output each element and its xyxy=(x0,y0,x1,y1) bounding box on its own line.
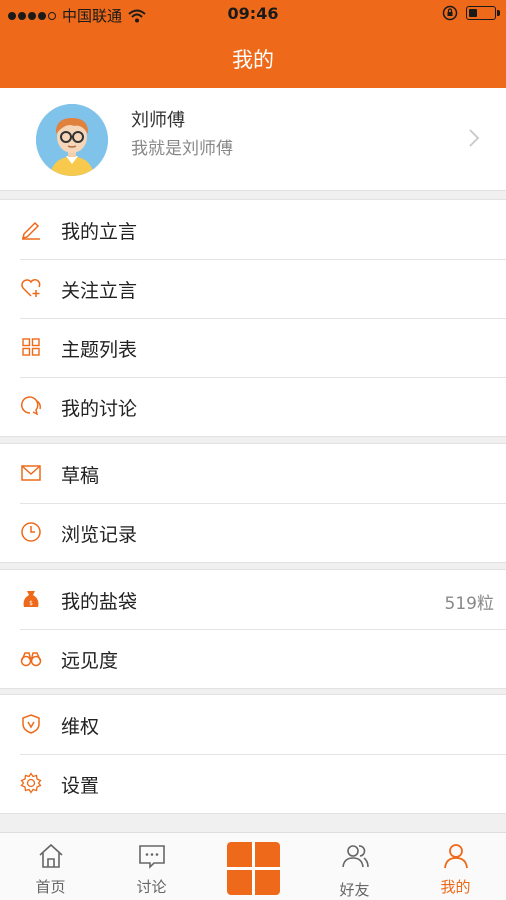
menu-item-label: 浏览记录 xyxy=(61,524,138,546)
friends-icon xyxy=(342,845,369,868)
menu-item-browsing-history[interactable]: 浏览记录 xyxy=(0,503,506,562)
status-bar-right xyxy=(442,5,500,21)
battery-icon xyxy=(466,6,500,20)
menu-group-system: 维权 设置 xyxy=(0,694,506,814)
menu-group-history: 草稿 浏览记录 xyxy=(0,443,506,563)
person-icon xyxy=(444,844,468,869)
profile-name: 刘师傅 xyxy=(131,110,185,131)
status-bar: 中国联通 09:46 xyxy=(0,0,506,28)
envelope-icon xyxy=(21,465,41,481)
menu-item-label: 设置 xyxy=(61,775,100,797)
menu-item-label: 我的盐袋 xyxy=(61,591,138,613)
svg-text:$: $ xyxy=(29,600,33,607)
status-time: 09:46 xyxy=(227,4,279,23)
orientation-lock-icon xyxy=(442,5,458,21)
menu-item-label: 我的讨论 xyxy=(61,398,138,420)
menu-item-label: 主题列表 xyxy=(61,339,138,361)
menu-item-label: 维权 xyxy=(61,716,100,738)
battery-fill xyxy=(469,9,477,17)
binoculars-icon xyxy=(20,652,42,667)
avatar-cartoon-glasses-icon xyxy=(36,104,108,176)
menu-item-my-discussions[interactable]: 我的讨论 xyxy=(0,377,506,436)
nav-header: 我的 xyxy=(0,28,506,88)
tab-discussion[interactable]: 讨论 xyxy=(101,833,202,900)
menu-item-salt-bag[interactable]: $ 我的盐袋 519粒 xyxy=(0,570,506,629)
menu-item-rights[interactable]: 维权 xyxy=(0,695,506,754)
menu-group-content: 我的立言 关注立言 主题列表 我的讨论 xyxy=(0,199,506,437)
menu-group-assets: $ 我的盐袋 519粒 远见度 xyxy=(0,569,506,689)
publish-grid-icon[interactable] xyxy=(227,842,280,895)
clock-icon xyxy=(21,522,41,542)
chat-bubbles-icon xyxy=(21,396,42,416)
tab-mine[interactable]: 我的 xyxy=(405,833,506,900)
menu-item-followed-statements[interactable]: 关注立言 xyxy=(0,259,506,318)
gear-icon xyxy=(20,772,42,794)
tab-friends[interactable]: 好友 xyxy=(304,833,405,900)
home-icon xyxy=(39,843,63,868)
menu-item-foresight[interactable]: 远见度 xyxy=(0,629,506,688)
shield-v-icon xyxy=(22,714,40,734)
profile-card[interactable]: 刘师傅 我就是刘师傅 xyxy=(0,88,506,191)
tab-bar: 首页 讨论 好友 我的 xyxy=(0,832,506,900)
comment-icon xyxy=(139,845,165,869)
menu-item-label: 远见度 xyxy=(61,650,119,672)
tab-home[interactable]: 首页 xyxy=(0,833,101,900)
menu-item-my-statements[interactable]: 我的立言 xyxy=(0,200,506,259)
tab-label: 讨论 xyxy=(136,878,167,896)
salt-count: 519粒 xyxy=(444,594,494,614)
menu-item-label: 关注立言 xyxy=(61,280,138,302)
salt-bag-icon: $ xyxy=(23,591,39,607)
menu-item-drafts[interactable]: 草稿 xyxy=(0,444,506,503)
profile-bio: 我就是刘师傅 xyxy=(131,139,233,159)
menu-item-label: 我的立言 xyxy=(61,221,138,243)
tab-label: 好友 xyxy=(339,881,370,899)
tab-label: 首页 xyxy=(35,878,66,896)
chevron-right-icon xyxy=(469,129,480,147)
page-title: 我的 xyxy=(232,48,274,72)
pencil-icon xyxy=(21,221,40,240)
menu-item-settings[interactable]: 设置 xyxy=(0,754,506,813)
tab-label: 我的 xyxy=(440,878,471,896)
heart-plus-icon xyxy=(21,279,41,297)
menu-item-topic-list[interactable]: 主题列表 xyxy=(0,318,506,377)
grid-icon xyxy=(22,338,40,356)
menu-item-label: 草稿 xyxy=(61,465,100,487)
avatar[interactable] xyxy=(36,104,108,176)
